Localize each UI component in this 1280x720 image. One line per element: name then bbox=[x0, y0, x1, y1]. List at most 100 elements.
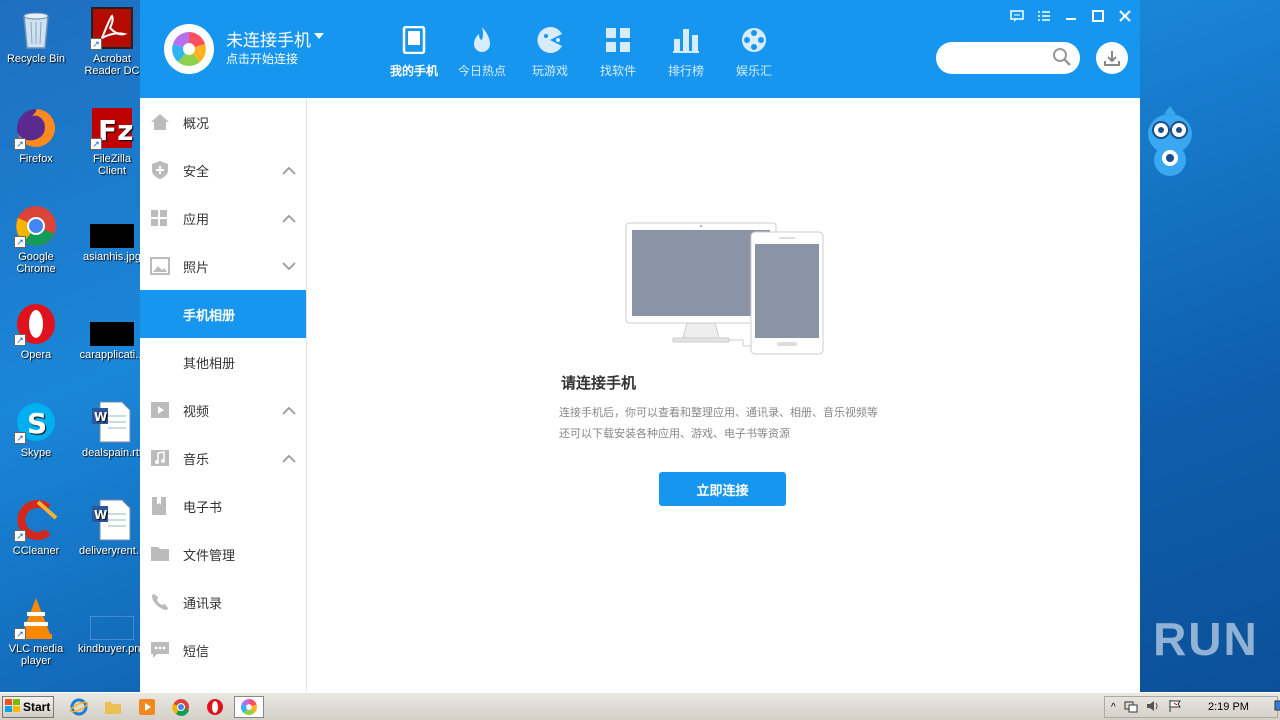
download-button[interactable] bbox=[1096, 42, 1128, 74]
connect-title: 请连接手机 bbox=[561, 374, 637, 392]
sidebar-item-label: 通讯录 bbox=[183, 596, 223, 612]
sidebar-item-overview[interactable]: 概况 bbox=[140, 98, 306, 146]
nav-entertainment[interactable]: 娱乐汇 bbox=[720, 24, 788, 84]
nav-games[interactable]: 玩游戏 bbox=[516, 24, 584, 84]
media-player-icon[interactable] bbox=[136, 696, 158, 718]
acrobat-icon: ↗ bbox=[90, 6, 134, 50]
nav-label: 玩游戏 bbox=[531, 64, 568, 78]
nav-my-phone[interactable]: 我的手机 bbox=[380, 24, 448, 84]
photo-icon bbox=[140, 257, 180, 275]
desktop-icon-ccleaner[interactable]: ↗ CCleaner bbox=[2, 498, 70, 557]
chevron-down-icon[interactable] bbox=[272, 261, 306, 271]
sidebar-item-sms[interactable]: 短信 bbox=[140, 626, 306, 674]
feedback-icon[interactable] bbox=[1006, 6, 1027, 26]
desktop-icon-carapplication[interactable]: carapplicati... bbox=[78, 312, 146, 361]
desktop-icon-vlc[interactable]: ↗ VLC media player bbox=[2, 596, 70, 667]
volume-icon[interactable] bbox=[1146, 699, 1160, 716]
word-doc-icon: W bbox=[90, 498, 134, 542]
image-file-icon bbox=[90, 214, 134, 248]
desktop-icon-filezilla[interactable]: Fz ↗ FileZilla Client bbox=[78, 106, 146, 177]
folder-icon bbox=[140, 545, 180, 563]
desktop-icon-label: Recycle Bin bbox=[6, 53, 66, 65]
sidebar-item-label: 概况 bbox=[183, 116, 210, 132]
close-icon[interactable] bbox=[1114, 6, 1135, 26]
desktop-icon-deliveryrent[interactable]: W deliveryrent... bbox=[78, 498, 146, 557]
tray-expand-icon[interactable]: ^ bbox=[1111, 702, 1116, 713]
desktop-icon-chrome[interactable]: ↗ Google Chrome bbox=[2, 204, 70, 275]
sidebar-item-label: 应用 bbox=[183, 212, 210, 228]
minimize-icon[interactable] bbox=[1060, 6, 1081, 26]
desktop-icon-label: Opera bbox=[20, 349, 52, 361]
desktop-icon-label: carapplicati... bbox=[79, 349, 145, 361]
mascot-icon[interactable] bbox=[1144, 104, 1196, 182]
desktop-icon-kindbuyer[interactable]: kindbuyer.png bbox=[78, 606, 147, 655]
apps-icon bbox=[140, 209, 180, 227]
desktop-icon-firefox[interactable]: ↗ Firefox bbox=[2, 106, 70, 165]
app-taskbar-button[interactable] bbox=[234, 696, 264, 718]
clock: 2:19 PM bbox=[1208, 701, 1249, 713]
desktop-icon-label: Firefox bbox=[19, 153, 53, 165]
desktop-icon-asianhis[interactable]: asianhis.jpg bbox=[78, 214, 146, 263]
sidebar-item-ebook[interactable]: 电子书 bbox=[140, 482, 306, 530]
app-window: 未连接手机 点击开始连接 我的手机 今日热点 玩游戏 找软件 排行榜 娱乐汇 概… bbox=[140, 0, 1140, 692]
sidebar-item-apps[interactable]: 应用 bbox=[140, 194, 306, 242]
chrome-icon: ↗ bbox=[14, 204, 58, 248]
sidebar-item-label: 其他相册 bbox=[183, 356, 236, 372]
sidebar-item-label: 照片 bbox=[183, 260, 210, 276]
desktop-icon-opera[interactable]: ↗ Opera bbox=[2, 302, 70, 361]
sidebar-item-photos[interactable]: 照片 bbox=[140, 242, 306, 290]
show-desktop-icon[interactable] bbox=[1274, 700, 1280, 715]
chrome-taskbar-icon[interactable] bbox=[170, 696, 192, 718]
explorer-icon[interactable] bbox=[102, 696, 124, 718]
connection-status-title[interactable]: 未连接手机 bbox=[226, 26, 311, 51]
image-file-icon bbox=[90, 312, 134, 346]
devices-illustration bbox=[625, 222, 825, 362]
svg-text:W: W bbox=[94, 508, 107, 522]
skype-icon: S ↗ bbox=[14, 400, 58, 444]
sidebar-item-video[interactable]: 视频 bbox=[140, 386, 306, 434]
connect-now-button[interactable]: 立即连接 bbox=[659, 472, 786, 506]
nav-label: 找软件 bbox=[599, 64, 636, 78]
sidebar-item-label: 手机相册 bbox=[183, 308, 236, 324]
nav-ranking[interactable]: 排行榜 bbox=[652, 24, 720, 84]
desktop-icon-acrobat[interactable]: ↗ Acrobat Reader DC bbox=[78, 6, 146, 77]
network-icon[interactable] bbox=[1124, 699, 1138, 716]
sidebar-item-phone-album[interactable]: 手机相册 bbox=[140, 290, 306, 338]
flag-icon[interactable] bbox=[1168, 699, 1182, 716]
desktop-icon-label: asianhis.jpg bbox=[82, 251, 142, 263]
home-icon bbox=[140, 113, 180, 131]
nav-hot-today[interactable]: 今日热点 bbox=[448, 24, 516, 84]
connection-status-sub[interactable]: 点击开始连接 bbox=[226, 50, 298, 67]
app-logo[interactable] bbox=[164, 24, 214, 74]
desktop-icon-label: dealspain.rtf bbox=[82, 447, 142, 459]
desktop-icon-skype[interactable]: S ↗ Skype bbox=[2, 400, 70, 459]
maximize-icon[interactable] bbox=[1087, 6, 1108, 26]
chevron-up-icon[interactable] bbox=[272, 166, 306, 175]
sidebar-item-music[interactable]: 音乐 bbox=[140, 434, 306, 482]
sidebar-item-security[interactable]: 安全 bbox=[140, 146, 306, 194]
ie-icon[interactable] bbox=[68, 696, 90, 718]
opera-taskbar-icon[interactable] bbox=[204, 696, 226, 718]
chevron-up-icon[interactable] bbox=[272, 406, 306, 415]
nav-software[interactable]: 找软件 bbox=[584, 24, 652, 84]
sidebar-item-label: 文件管理 bbox=[183, 548, 236, 564]
word-doc-icon: W bbox=[90, 400, 134, 444]
menu-icon[interactable] bbox=[1033, 6, 1054, 26]
start-button[interactable]: Start bbox=[2, 696, 54, 718]
desktop-icon-label: CCleaner bbox=[12, 545, 60, 557]
desktop: Recycle Bin ↗ Acrobat Reader DC ↗ Firefo… bbox=[0, 0, 147, 692]
sidebar-item-contacts[interactable]: 通讯录 bbox=[140, 578, 306, 626]
start-label: Start bbox=[23, 700, 51, 714]
sidebar-item-other-album[interactable]: 其他相册 bbox=[140, 338, 306, 386]
chevron-down-icon[interactable] bbox=[314, 33, 324, 39]
chevron-up-icon[interactable] bbox=[272, 214, 306, 223]
desktop-icon-recycle-bin[interactable]: Recycle Bin bbox=[2, 6, 70, 65]
sidebar-item-files[interactable]: 文件管理 bbox=[140, 530, 306, 578]
desktop-icon-dealspain[interactable]: W dealspain.rtf bbox=[78, 400, 146, 459]
desktop-icon-label: Skype bbox=[20, 447, 52, 459]
chevron-up-icon[interactable] bbox=[272, 454, 306, 463]
svg-text:Fz: Fz bbox=[98, 114, 133, 147]
firefox-icon: ↗ bbox=[14, 106, 58, 150]
system-tray: ^ bbox=[1104, 696, 1280, 718]
search-icon[interactable] bbox=[1052, 47, 1072, 71]
